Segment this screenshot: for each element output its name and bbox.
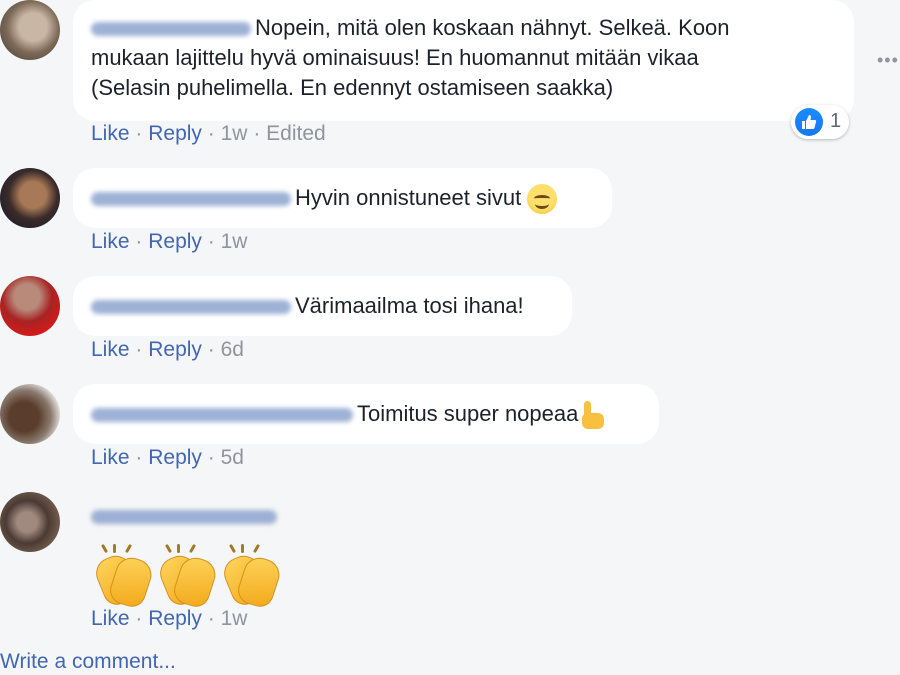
timestamp[interactable]: 1w bbox=[221, 230, 248, 253]
thumbs-up-icon bbox=[795, 108, 823, 136]
timestamp[interactable]: 1w bbox=[221, 607, 248, 630]
comment-actions: Like · Reply · 6d bbox=[91, 338, 244, 362]
clapping-hands-icon bbox=[219, 543, 284, 611]
comment-bubble: Värimaailma tosi ihana! bbox=[73, 276, 572, 336]
comment-text-line: Nopein, mitä olen koskaan nähnyt. Selkeä… bbox=[255, 15, 730, 40]
like-link[interactable]: Like bbox=[91, 230, 130, 253]
comment-bubble: Hyvin onnistuneet sivut bbox=[73, 168, 612, 228]
clapping-hands-icon bbox=[155, 543, 220, 611]
reply-link[interactable]: Reply bbox=[148, 338, 202, 361]
reply-link[interactable]: Reply bbox=[148, 230, 202, 253]
timestamp[interactable]: 5d bbox=[221, 446, 244, 469]
like-link[interactable]: Like bbox=[91, 607, 130, 630]
comment-text-line: (Selasin puhelimella. En edennyt ostamis… bbox=[91, 75, 614, 100]
reaction-count: 1 bbox=[830, 110, 842, 132]
reply-link[interactable]: Reply bbox=[148, 607, 202, 630]
comment-actions: Like · Reply · 1w bbox=[91, 230, 247, 254]
separator: · bbox=[207, 122, 215, 145]
separator: · bbox=[135, 122, 143, 145]
commenter-name[interactable] bbox=[91, 300, 291, 315]
timestamp[interactable]: 1w bbox=[221, 122, 248, 145]
comment-bubble: Nopein, mitä olen koskaan nähnyt. Selkeä… bbox=[73, 0, 854, 121]
comment-text: Toimitus super nopeaa bbox=[357, 401, 579, 426]
commenter-name[interactable] bbox=[91, 408, 353, 423]
comment-actions: Like · Reply · 5d bbox=[91, 446, 244, 470]
edited-label[interactable]: Edited bbox=[266, 122, 326, 145]
separator: · bbox=[207, 607, 215, 630]
reaction-summary[interactable]: 1 bbox=[791, 105, 849, 139]
pointing-hand-icon bbox=[580, 401, 606, 430]
like-link[interactable]: Like bbox=[91, 338, 130, 361]
separator: · bbox=[135, 338, 143, 361]
timestamp[interactable]: 6d bbox=[221, 338, 244, 361]
separator: · bbox=[135, 607, 143, 630]
comment-actions: Like · Reply · 1w · Edited bbox=[91, 122, 326, 146]
ellipsis-icon[interactable]: ••• bbox=[877, 51, 900, 69]
user-avatar[interactable] bbox=[0, 276, 60, 336]
separator: · bbox=[135, 230, 143, 253]
comment-actions: Like · Reply · 1w bbox=[91, 607, 247, 631]
reply-link[interactable]: Reply bbox=[148, 446, 202, 469]
separator: · bbox=[207, 230, 215, 253]
separator: · bbox=[207, 338, 215, 361]
comment-emoji-only bbox=[91, 508, 277, 526]
like-link[interactable]: Like bbox=[91, 446, 130, 469]
user-avatar[interactable] bbox=[0, 492, 60, 552]
clapping-hands-icon bbox=[91, 543, 156, 611]
smiling-face-icon bbox=[527, 184, 558, 215]
commenter-name[interactable] bbox=[91, 22, 251, 37]
separator: · bbox=[135, 446, 143, 469]
separator: · bbox=[253, 122, 261, 145]
write-comment-link[interactable]: Write a comment... bbox=[0, 650, 176, 674]
reply-link[interactable]: Reply bbox=[148, 122, 202, 145]
comment-text: Värimaailma tosi ihana! bbox=[295, 293, 524, 318]
commenter-name[interactable] bbox=[91, 192, 291, 207]
user-avatar[interactable] bbox=[0, 168, 60, 228]
user-avatar[interactable] bbox=[0, 0, 60, 60]
commenter-name[interactable] bbox=[91, 509, 277, 524]
comment-text: Hyvin onnistuneet sivut bbox=[295, 185, 522, 210]
user-avatar[interactable] bbox=[0, 384, 60, 444]
comment-text-line: mukaan lajittelu hyvä ominaisuus! En huo… bbox=[91, 45, 699, 70]
separator: · bbox=[207, 446, 215, 469]
like-link[interactable]: Like bbox=[91, 122, 130, 145]
comment-bubble: Toimitus super nopeaa bbox=[73, 384, 659, 444]
